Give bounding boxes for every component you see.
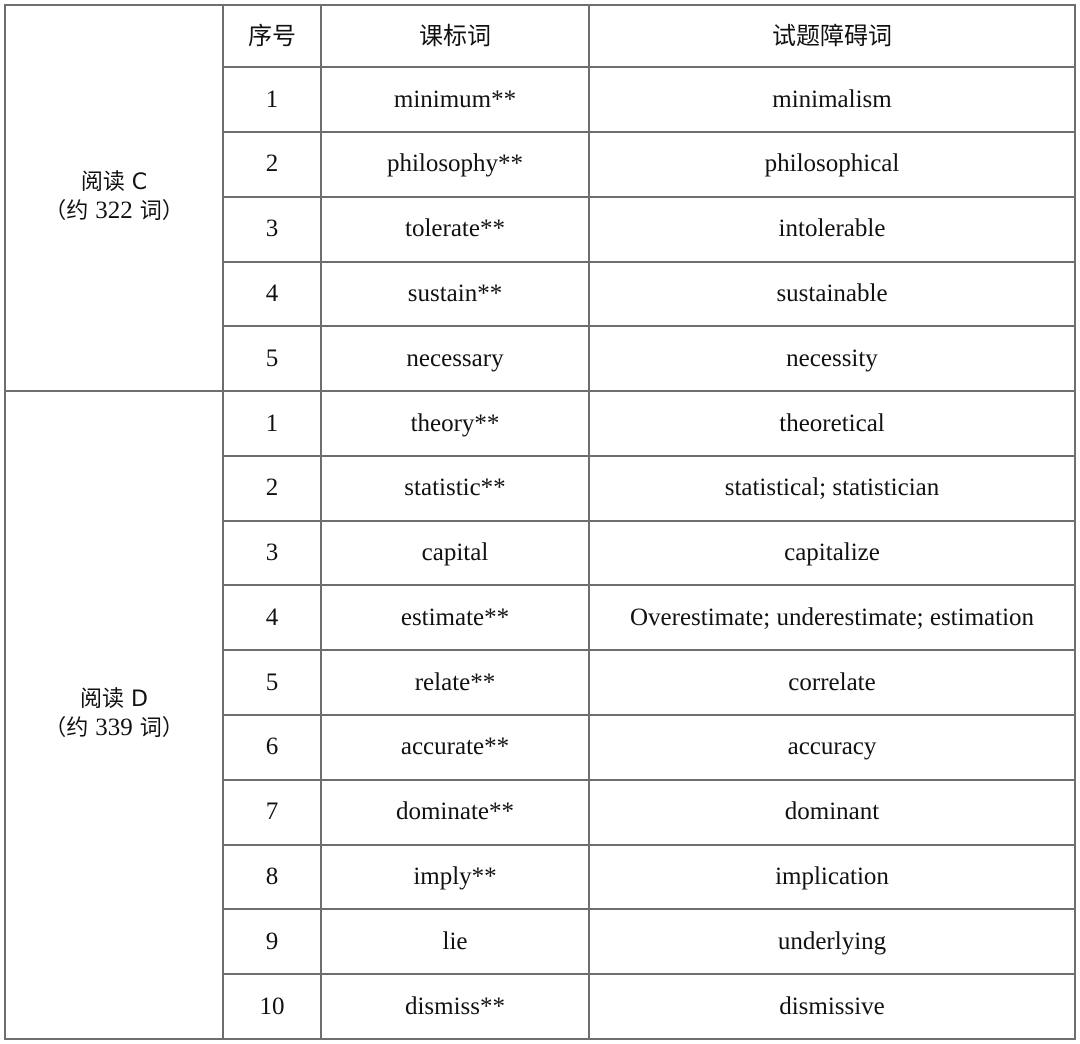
row-index: 1: [222, 66, 322, 134]
curriculum-word-cell: capital: [320, 519, 590, 587]
row-index: 7: [222, 778, 322, 846]
curriculum-word-cell: lie: [320, 908, 590, 976]
section-title: 阅读 D: [80, 686, 148, 712]
curriculum-word-cell: dismiss**: [320, 973, 590, 1040]
section-word-count: （约 322 词）: [6, 196, 222, 226]
obstacle-word-cell: necessity: [588, 325, 1076, 393]
section-title: 阅读 C: [80, 169, 148, 195]
curriculum-word-cell: tolerate**: [320, 195, 590, 263]
obstacle-word-cell: theoretical: [588, 390, 1076, 457]
row-index: 6: [222, 713, 322, 781]
obstacle-word-cell: capitalize: [588, 519, 1076, 587]
header-curriculum-word: 课标词: [320, 3, 590, 69]
word-count-value: 339: [95, 714, 133, 742]
section-word-count: （约 339 词）: [6, 713, 222, 743]
header-row: 阅读 C （约 322 词） 序号 课标词 试题障碍词: [4, 3, 1076, 393]
header-index: 序号: [222, 3, 322, 69]
word-count-prefix: （约: [44, 199, 96, 225]
row-index: 4: [222, 260, 322, 328]
obstacle-word-cell: correlate: [588, 649, 1076, 716]
obstacle-word-cell: implication: [588, 843, 1076, 911]
curriculum-word-cell: statistic**: [320, 454, 590, 522]
curriculum-word-cell: minimum**: [320, 66, 590, 134]
vocabulary-table-body: 阅读 C （约 322 词） 序号 课标词 试题障碍词 1 minimum** min…: [4, 3, 1076, 1040]
obstacle-word-cell: Overestimate; underestimate; estimation: [588, 584, 1076, 652]
row-index: 3: [222, 519, 322, 587]
curriculum-word-cell: sustain**: [320, 260, 590, 328]
curriculum-word-cell: dominate**: [320, 778, 590, 846]
curriculum-word-cell: necessary: [320, 325, 590, 393]
curriculum-word-cell: philosophy**: [320, 131, 590, 198]
table-row: 阅读 D （约 339 词） 1 theory** theoretical: [4, 390, 1076, 1040]
word-count-suffix: 词）: [132, 199, 184, 225]
word-count-suffix: 词）: [132, 716, 184, 742]
obstacle-word-cell: dominant: [588, 778, 1076, 846]
row-index: 3: [222, 195, 322, 263]
row-index: 4: [222, 584, 322, 652]
curriculum-word-cell: estimate**: [320, 584, 590, 652]
obstacle-word-cell: underlying: [588, 908, 1076, 976]
vocabulary-table: 阅读 C （约 322 词） 序号 课标词 试题障碍词 1 minimum** min…: [4, 3, 1076, 1040]
row-index: 5: [222, 649, 322, 716]
obstacle-word-cell: statistical; statistician: [588, 454, 1076, 522]
obstacle-word-cell: dismissive: [588, 973, 1076, 1040]
obstacle-word-cell: sustainable: [588, 260, 1076, 328]
curriculum-word-cell: theory**: [320, 390, 590, 457]
header-obstacle-word: 试题障碍词: [588, 3, 1076, 69]
word-count-value: 322: [95, 197, 133, 225]
obstacle-word-cell: philosophical: [588, 131, 1076, 198]
curriculum-word-cell: relate**: [320, 649, 590, 716]
section-label-reading-c: 阅读 C （约 322 词）: [4, 3, 224, 393]
row-index: 2: [222, 454, 322, 522]
curriculum-word-cell: imply**: [320, 843, 590, 911]
curriculum-word-cell: accurate**: [320, 713, 590, 781]
obstacle-word-cell: accuracy: [588, 713, 1076, 781]
row-index: 2: [222, 131, 322, 198]
row-index: 10: [222, 973, 322, 1040]
obstacle-word-cell: minimalism: [588, 66, 1076, 134]
row-index: 9: [222, 908, 322, 976]
word-count-prefix: （约: [44, 716, 96, 742]
row-index: 5: [222, 325, 322, 393]
obstacle-word-cell: intolerable: [588, 195, 1076, 263]
row-index: 1: [222, 390, 322, 457]
row-index: 8: [222, 843, 322, 911]
section-label-reading-d: 阅读 D （约 339 词）: [4, 390, 224, 1040]
